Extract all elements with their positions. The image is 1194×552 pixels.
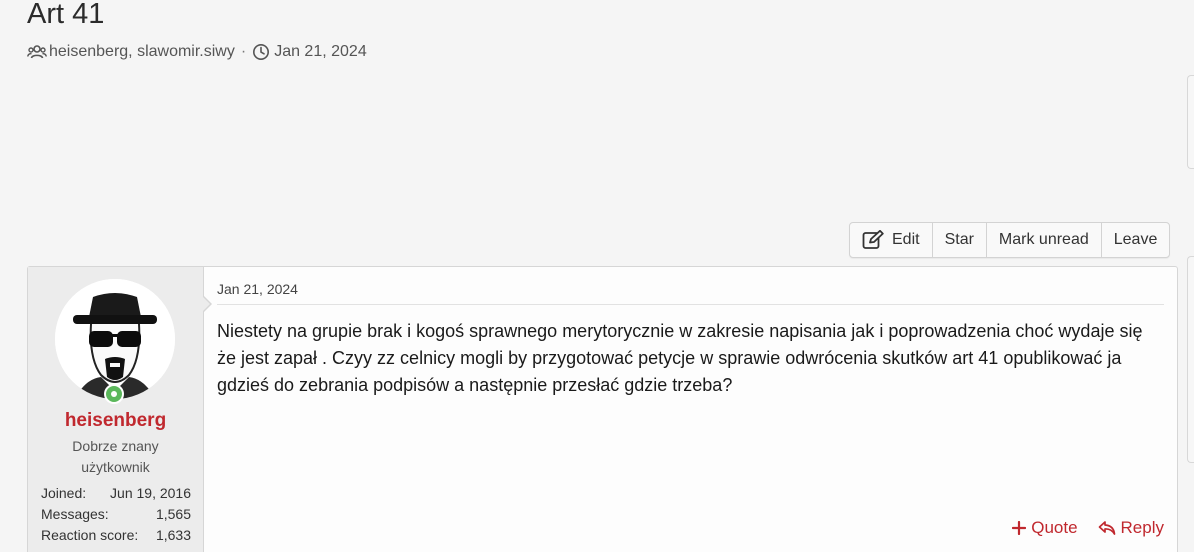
stat-label: Reaction score: xyxy=(41,527,139,543)
clock-icon xyxy=(252,42,274,62)
reply-icon xyxy=(1098,521,1115,535)
edit-label: Edit xyxy=(892,231,920,248)
stat-row: Messages: 1,565 xyxy=(41,504,191,525)
stat-label: Messages: xyxy=(41,506,109,522)
post-date[interactable]: Jan 21, 2024 xyxy=(217,281,298,297)
thread-date[interactable]: Jan 21, 2024 xyxy=(274,43,367,61)
user-title-line: użytkownik xyxy=(81,459,150,475)
thread-toolbar: Edit Star Mark unread Leave xyxy=(849,222,1171,258)
post-divider xyxy=(217,304,1164,305)
stat-value: 1,633 xyxy=(155,527,191,543)
users-icon xyxy=(27,42,49,62)
post-author-name[interactable]: heisenberg xyxy=(28,410,203,432)
reply-button[interactable]: Reply xyxy=(1098,518,1164,538)
page-title: Art 41 xyxy=(27,0,105,30)
stat-value: Jun 19, 2016 xyxy=(110,485,191,501)
star-button[interactable]: Star xyxy=(933,223,987,257)
leave-label: Leave xyxy=(1113,231,1158,248)
user-title-line: Dobrze znany xyxy=(72,438,159,454)
thread-participants[interactable]: heisenberg, slawomir.siwy xyxy=(49,43,235,61)
sidebar-edge xyxy=(1187,75,1194,169)
post-author-title: Dobrze znany użytkownik xyxy=(28,436,203,478)
edit-button[interactable]: Edit xyxy=(850,223,933,257)
avatar[interactable] xyxy=(55,279,175,399)
quote-label: Quote xyxy=(1031,518,1078,537)
post: heisenberg Dobrze znany użytkownik Joine… xyxy=(27,266,1178,552)
post-body: Niestety na grupie brak i kogoś sprawneg… xyxy=(217,321,1143,395)
reply-label: Reply xyxy=(1120,518,1164,537)
leave-button[interactable]: Leave xyxy=(1102,223,1170,257)
stat-row: Reaction score: 1,633 xyxy=(41,525,191,546)
post-message-cell: Jan 21, 2024 Niestety na grupie brak i k… xyxy=(204,267,1177,552)
thread-meta: heisenberg, slawomir.siwy · Jan 21, 2024 xyxy=(27,42,367,62)
stat-row: Joined: Jun 19, 2016 xyxy=(41,483,191,504)
quote-button[interactable]: Quote xyxy=(1012,518,1078,538)
plus-icon xyxy=(1012,521,1027,535)
meta-separator: · xyxy=(240,43,247,60)
stat-label: Joined: xyxy=(41,485,87,501)
edit-icon xyxy=(862,230,884,249)
post-actions: Quote Reply xyxy=(1012,518,1164,538)
stat-value[interactable]: 1,565 xyxy=(156,504,191,525)
mark-unread-button[interactable]: Mark unread xyxy=(987,223,1102,257)
post-user-cell: heisenberg Dobrze znany użytkownik Joine… xyxy=(28,267,212,552)
mark-unread-label: Mark unread xyxy=(998,231,1089,248)
star-label: Star xyxy=(944,231,974,248)
online-indicator xyxy=(104,384,124,404)
user-stats: Joined: Jun 19, 2016 Messages: 1,565 Rea… xyxy=(41,483,191,546)
sidebar-edge xyxy=(1187,256,1194,463)
page: Art 41 heisenberg, slawomir.siwy · Jan 2… xyxy=(0,0,1194,552)
